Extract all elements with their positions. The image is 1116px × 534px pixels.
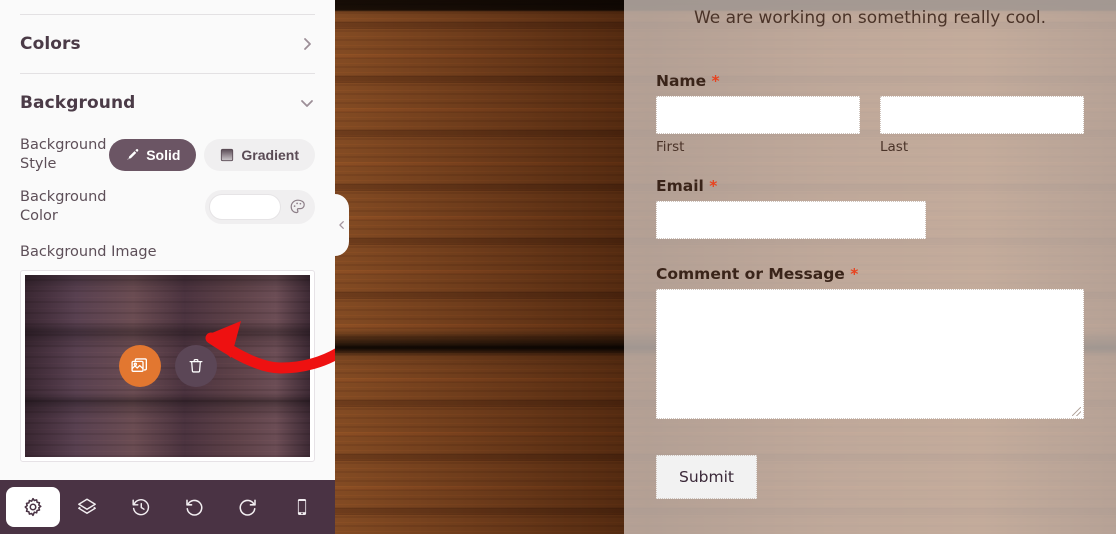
background-color-control xyxy=(205,190,315,224)
layers-icon xyxy=(77,497,97,517)
form-preview: We are working on something really cool.… xyxy=(624,0,1116,534)
toolbar-item-undo[interactable] xyxy=(167,487,221,527)
panel-collapse-handle[interactable] xyxy=(335,194,349,256)
toolbar-item-redo[interactable] xyxy=(221,487,275,527)
redo-icon xyxy=(238,497,258,517)
field-comment-label-text: Comment or Message xyxy=(656,265,845,283)
background-style-label: Background Style xyxy=(20,137,107,172)
toolbar-item-revisions[interactable] xyxy=(114,487,168,527)
section-background[interactable]: Background xyxy=(0,74,335,132)
email-input[interactable] xyxy=(656,201,926,239)
background-color-swatch[interactable] xyxy=(209,194,281,220)
submit-button[interactable]: Submit xyxy=(656,455,757,499)
background-style-solid-button[interactable]: Solid xyxy=(109,139,197,171)
palette-icon[interactable] xyxy=(289,198,307,216)
background-style-options: Solid Gradient xyxy=(109,139,315,171)
field-email-label: Email * xyxy=(656,177,1084,195)
images-icon xyxy=(130,357,149,376)
background-color-label: Background Color xyxy=(20,189,107,224)
toolbar-item-layers[interactable] xyxy=(60,487,114,527)
required-marker: * xyxy=(850,265,859,283)
section-colors-title: Colors xyxy=(20,34,81,54)
form-body: Name * First Last Email * Comment or Mes… xyxy=(624,28,1116,499)
first-name-sublabel: First xyxy=(656,139,685,155)
field-email: Email * xyxy=(656,177,1084,239)
background-image-label: Background Image xyxy=(20,244,157,260)
field-comment-label: Comment or Message * xyxy=(656,265,1084,283)
background-image-preview xyxy=(25,275,310,457)
app-root: Colors Background Background Style Solid xyxy=(0,0,1116,534)
form-heading: We are working on something really cool. xyxy=(693,8,1047,28)
required-marker: * xyxy=(711,72,720,90)
comment-textarea-wrap[interactable] xyxy=(656,289,1084,419)
undo-icon xyxy=(184,497,204,517)
background-style-gradient-button[interactable]: Gradient xyxy=(204,139,315,171)
required-marker: * xyxy=(709,177,718,195)
bottom-toolbar xyxy=(0,480,335,534)
background-style-gradient-label: Gradient xyxy=(241,147,299,163)
settings-panel: Colors Background Background Style Solid xyxy=(0,0,335,480)
first-name-input[interactable] xyxy=(656,96,860,134)
background-style-solid-label: Solid xyxy=(146,147,181,163)
mobile-icon xyxy=(292,497,312,517)
field-name-label-text: Name xyxy=(656,72,707,90)
name-subfields-row: First Last xyxy=(656,96,1084,155)
toolbar-item-settings[interactable] xyxy=(6,487,60,527)
replace-image-button[interactable] xyxy=(118,345,161,387)
paintbrush-icon xyxy=(125,148,139,162)
field-name: Name * First Last xyxy=(656,72,1084,155)
name-first-col: First xyxy=(656,96,860,155)
field-comment: Comment or Message * xyxy=(656,265,1084,419)
last-name-sublabel: Last xyxy=(880,139,909,155)
field-email-label-text: Email xyxy=(656,177,704,195)
gradient-icon xyxy=(220,148,234,162)
section-colors[interactable]: Colors xyxy=(0,15,335,73)
toolbar-item-responsive-preview[interactable] xyxy=(275,487,329,527)
trash-icon xyxy=(187,357,205,375)
field-name-label: Name * xyxy=(656,72,1084,90)
background-color-row: Background Color xyxy=(0,188,335,226)
name-last-col: Last xyxy=(880,96,1084,155)
delete-image-button[interactable] xyxy=(174,345,217,387)
chevron-right-icon[interactable] xyxy=(299,36,315,52)
resize-grip-icon[interactable] xyxy=(1072,407,1081,416)
background-style-row: Background Style Solid Gradient xyxy=(0,136,335,174)
background-image-thumbnail[interactable] xyxy=(20,270,315,462)
history-clock-icon xyxy=(131,497,151,517)
chevron-down-icon[interactable] xyxy=(299,95,315,111)
section-background-title: Background xyxy=(20,93,136,113)
gear-icon xyxy=(23,497,43,517)
last-name-input[interactable] xyxy=(880,96,1084,134)
background-image-actions xyxy=(25,345,310,387)
